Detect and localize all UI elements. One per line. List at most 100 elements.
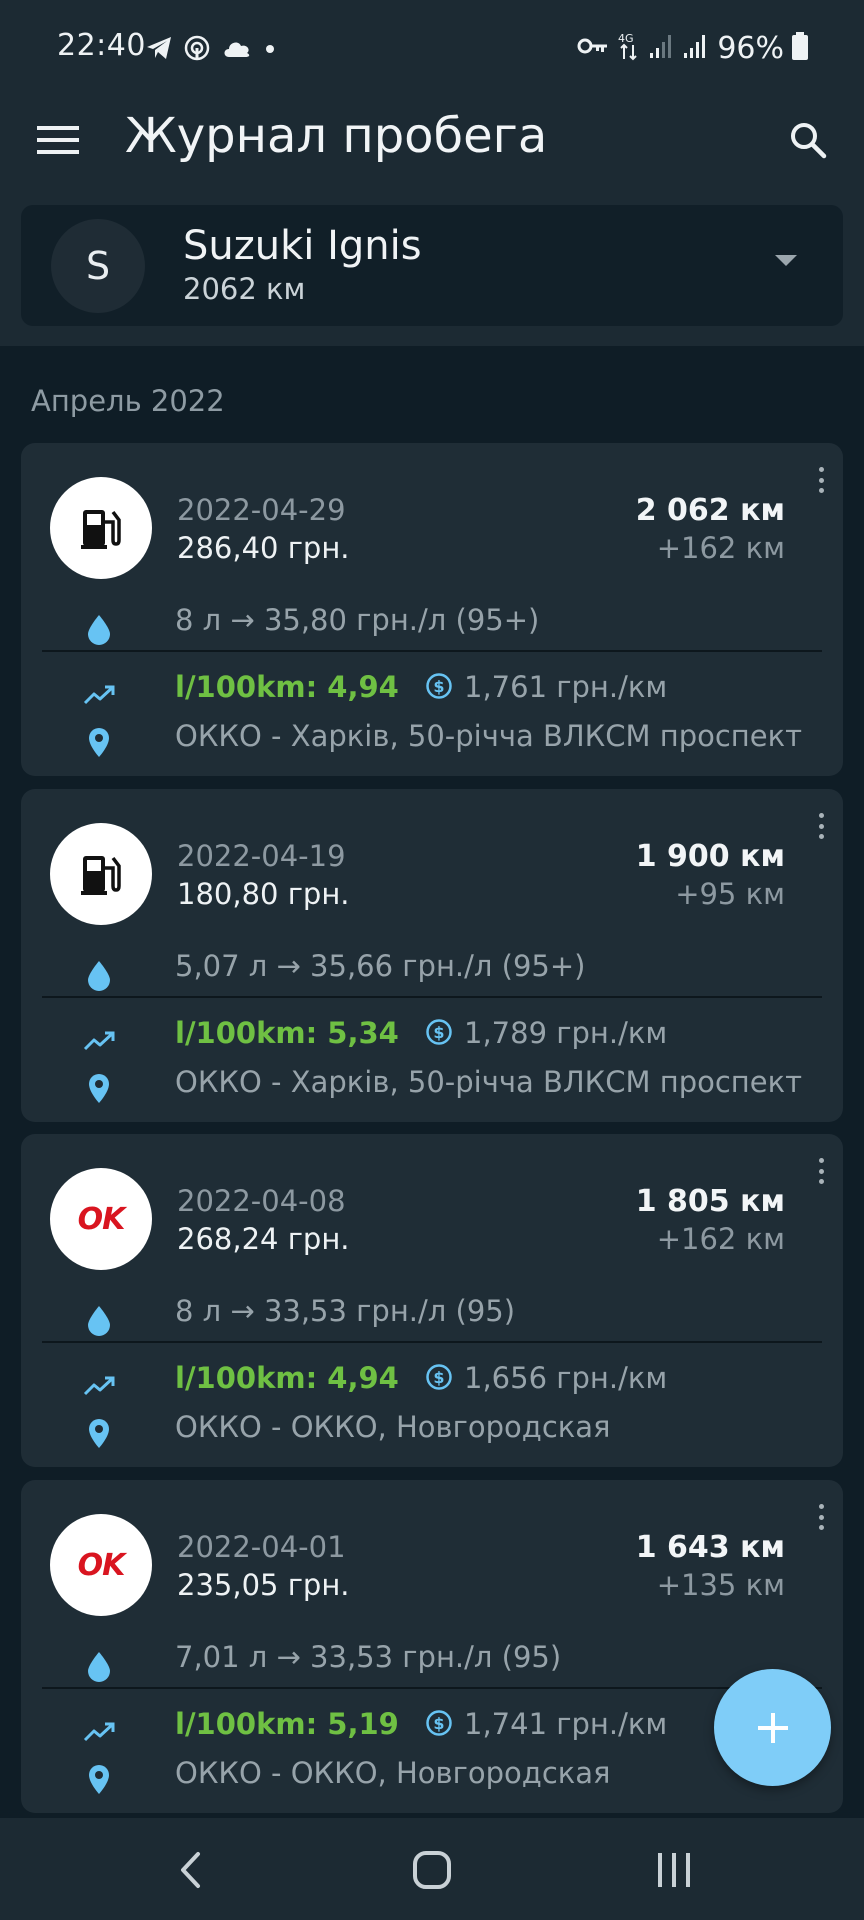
fuel-drop-icon xyxy=(81,957,117,993)
status-bar: 22:40 4G 96% xyxy=(0,0,864,96)
entry-distance-delta: +135 км xyxy=(656,1568,785,1602)
search-button[interactable] xyxy=(780,114,836,166)
dot-icon xyxy=(263,41,277,60)
entry-price: 286,40 грн. xyxy=(177,531,350,565)
entry-odometer: 2 062 км xyxy=(635,493,785,528)
cost-coin-icon: $ xyxy=(426,1364,452,1390)
trend-chart-icon xyxy=(81,1714,117,1750)
fuel-drop-icon xyxy=(81,1302,117,1338)
nav-back-button[interactable] xyxy=(160,1842,220,1898)
entry-consumption: l/100km: 4,94 xyxy=(175,1361,399,1395)
signal-icon xyxy=(649,33,675,63)
entry-odometer: 1 805 км xyxy=(635,1184,785,1219)
entry-price: 235,05 грн. xyxy=(177,1568,350,1602)
add-entry-button[interactable] xyxy=(714,1669,831,1786)
more-options-icon[interactable] xyxy=(815,813,827,839)
menu-icon xyxy=(37,126,79,154)
home-icon xyxy=(413,1851,451,1889)
entry-price: 180,80 грн. xyxy=(177,877,350,911)
card-divider xyxy=(42,650,822,652)
entry-date: 2022-04-19 xyxy=(177,839,346,873)
trend-chart-icon xyxy=(81,1368,117,1404)
entry-consumption: l/100km: 5,34 xyxy=(175,1016,399,1050)
entry-cost-per-km: 1,656 грн./км xyxy=(464,1361,668,1395)
location-pin-icon xyxy=(81,1416,117,1452)
okko-logo: OK xyxy=(77,1547,126,1583)
entry-fuel-amount: 8 л → 33,53 грн./л (95) xyxy=(175,1294,516,1328)
app-bar: Журнал пробега xyxy=(0,96,864,184)
entry-cost-per-km: 1,741 грн./км xyxy=(464,1707,668,1741)
month-header: Апрель 2022 xyxy=(31,384,225,418)
svg-text:$: $ xyxy=(433,677,444,696)
entry-logo: OK xyxy=(50,1514,152,1616)
fuel-pump-icon xyxy=(81,510,121,549)
location-pin-icon xyxy=(81,1071,117,1107)
card-divider xyxy=(42,1341,822,1343)
entry-logo: OK xyxy=(50,1168,152,1270)
trend-chart-icon xyxy=(81,677,117,713)
more-options-icon[interactable] xyxy=(815,1158,827,1184)
cost-coin-icon: $ xyxy=(426,673,452,699)
fuel-drop-icon xyxy=(81,1648,117,1684)
entry-station: ОККО - ОККО, Новгородская xyxy=(175,1410,611,1444)
vehicle-name: Suzuki Ignis xyxy=(183,223,422,269)
vehicle-odometer: 2062 км xyxy=(183,272,306,306)
entry-odometer: 1 900 км xyxy=(635,839,785,874)
telegram-icon xyxy=(145,35,173,65)
entry-station: ОККО - Харків, 50-річча ВЛКСМ проспект xyxy=(175,719,803,753)
vehicle-selector[interactable]: S Suzuki Ignis 2062 км xyxy=(21,205,843,326)
cost-coin-icon: $ xyxy=(426,1019,452,1045)
status-time: 22:40 xyxy=(57,28,146,63)
page-title: Журнал пробега xyxy=(125,108,548,164)
nav-home-button[interactable] xyxy=(402,1842,462,1898)
menu-button[interactable] xyxy=(30,116,86,164)
entry-odometer: 1 643 км xyxy=(635,1530,785,1565)
card-divider xyxy=(42,1687,822,1689)
entry-logo xyxy=(50,477,152,579)
dropdown-arrow-icon xyxy=(775,255,797,266)
entry-date: 2022-04-29 xyxy=(177,493,346,527)
entry-date: 2022-04-08 xyxy=(177,1184,346,1218)
top-app-area: 22:40 4G 96% Журнал пробега S Suzuki Ign… xyxy=(0,0,864,346)
recents-icon xyxy=(658,1853,690,1887)
back-icon xyxy=(181,1852,200,1888)
entry-fuel-amount: 8 л → 35,80 грн./л (95+) xyxy=(175,603,540,637)
battery-percent: 96% xyxy=(717,30,784,66)
refuel-entry-card[interactable]: 2022-04-29 286,40 грн. 2 062 км +162 км 8 л … xyxy=(21,443,843,776)
entry-price: 268,24 грн. xyxy=(177,1222,350,1256)
search-icon xyxy=(791,123,827,159)
vehicle-avatar: S xyxy=(51,219,145,313)
entry-fuel-amount: 7,01 л → 33,53 грн./л (95) xyxy=(175,1640,562,1674)
more-options-icon[interactable] xyxy=(815,1504,827,1530)
entry-consumption: l/100km: 5,19 xyxy=(175,1707,399,1741)
entry-station: ОККО - Харків, 50-річча ВЛКСМ проспект xyxy=(175,1065,803,1099)
refuel-entry-card[interactable]: 2022-04-19 180,80 грн. 1 900 км +95 км 5,07 … xyxy=(21,789,843,1122)
more-options-icon[interactable] xyxy=(815,467,827,493)
entry-fuel-amount: 5,07 л → 35,66 грн./л (95+) xyxy=(175,949,586,983)
fuel-drop-icon xyxy=(81,611,117,647)
entry-logo xyxy=(50,823,152,925)
signal-icon xyxy=(683,33,709,63)
refuel-entry-card[interactable]: OK 2022-04-01 235,05 грн. 1 643 км +135 км 7,… xyxy=(21,1480,843,1813)
refuel-entry-card[interactable]: OK 2022-04-08 268,24 грн. 1 805 км +162 км 8 … xyxy=(21,1134,843,1467)
entry-consumption: l/100km: 4,94 xyxy=(175,670,399,704)
fuel-pump-icon xyxy=(81,856,121,895)
battery-icon xyxy=(792,32,808,64)
location-pin-icon xyxy=(81,1762,117,1798)
svg-text:$: $ xyxy=(433,1023,444,1042)
cost-coin-icon: $ xyxy=(426,1710,452,1736)
card-divider xyxy=(42,996,822,998)
entry-distance-delta: +162 км xyxy=(656,531,785,565)
entry-date: 2022-04-01 xyxy=(177,1530,346,1564)
entry-station: ОККО - ОККО, Новгородская xyxy=(175,1756,611,1790)
trend-chart-icon xyxy=(81,1023,117,1059)
svg-text:$: $ xyxy=(433,1714,444,1733)
entry-cost-per-km: 1,761 грн./км xyxy=(464,670,668,704)
entry-distance-delta: +95 км xyxy=(675,877,785,911)
svg-text:4G: 4G xyxy=(618,32,634,45)
svg-text:$: $ xyxy=(433,1368,444,1387)
system-navigation-bar xyxy=(0,1818,864,1920)
entry-cost-per-km: 1,789 грн./км xyxy=(464,1016,668,1050)
entry-distance-delta: +162 км xyxy=(656,1222,785,1256)
nav-recents-button[interactable] xyxy=(644,1842,704,1898)
